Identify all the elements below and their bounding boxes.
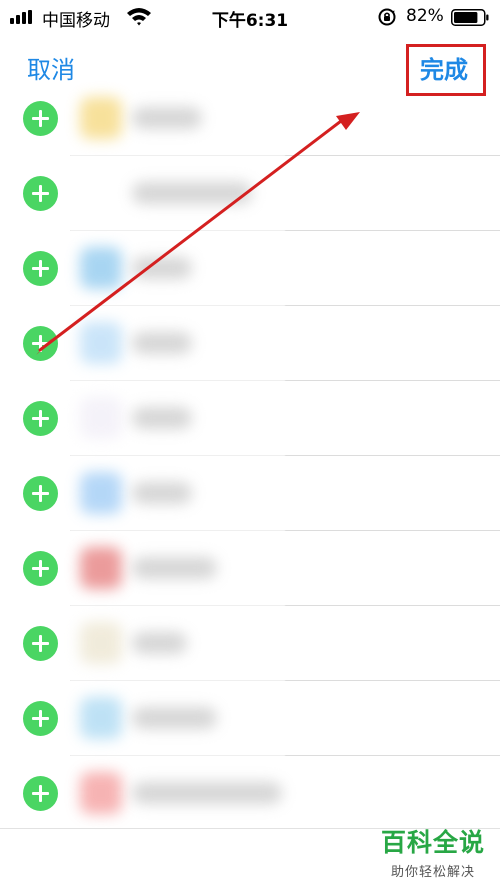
- watermark-subtitle: 助你轻松解决: [390, 865, 475, 880]
- add-button[interactable]: [23, 625, 58, 661]
- add-button[interactable]: [23, 100, 58, 136]
- app-name-blurred: [132, 782, 282, 804]
- app-name-blurred: [132, 107, 202, 129]
- add-button[interactable]: [23, 700, 58, 736]
- watermark: 百科全说 助你轻松解决: [381, 823, 485, 880]
- app-icon: [80, 472, 122, 514]
- app-name-blurred: [132, 632, 187, 654]
- app-name-blurred: [132, 557, 217, 579]
- app-icon: [80, 397, 122, 439]
- status-bar: 中国移动 下午6:31 82%: [0, 0, 500, 34]
- app-name-blurred: [132, 482, 192, 504]
- add-button[interactable]: [23, 175, 58, 211]
- cancel-button[interactable]: 取消: [27, 50, 75, 85]
- add-button[interactable]: [23, 550, 58, 586]
- orientation-lock-icon: [378, 8, 396, 26]
- app-name-blurred: [132, 407, 192, 429]
- battery-icon: [451, 9, 489, 26]
- app-name-blurred: [132, 707, 217, 729]
- battery-percent: 82%: [406, 6, 444, 26]
- add-button[interactable]: [23, 775, 58, 811]
- add-button[interactable]: [23, 400, 58, 436]
- app-icon: [80, 172, 122, 214]
- add-button[interactable]: [23, 475, 58, 511]
- app-icon: [80, 322, 122, 364]
- app-icon: [80, 697, 122, 739]
- add-button[interactable]: [23, 250, 58, 286]
- app-name-blurred: [132, 182, 252, 204]
- app-icon: [80, 622, 122, 664]
- watermark-title: 百科全说: [380, 828, 485, 857]
- app-icon: [80, 772, 122, 814]
- app-name-blurred: [132, 257, 192, 279]
- app-icon: [80, 547, 122, 589]
- app-icon: [80, 97, 122, 139]
- done-button[interactable]: 完成: [420, 50, 468, 85]
- add-button[interactable]: [23, 325, 58, 361]
- app-name-blurred: [132, 332, 192, 354]
- app-icon: [80, 247, 122, 289]
